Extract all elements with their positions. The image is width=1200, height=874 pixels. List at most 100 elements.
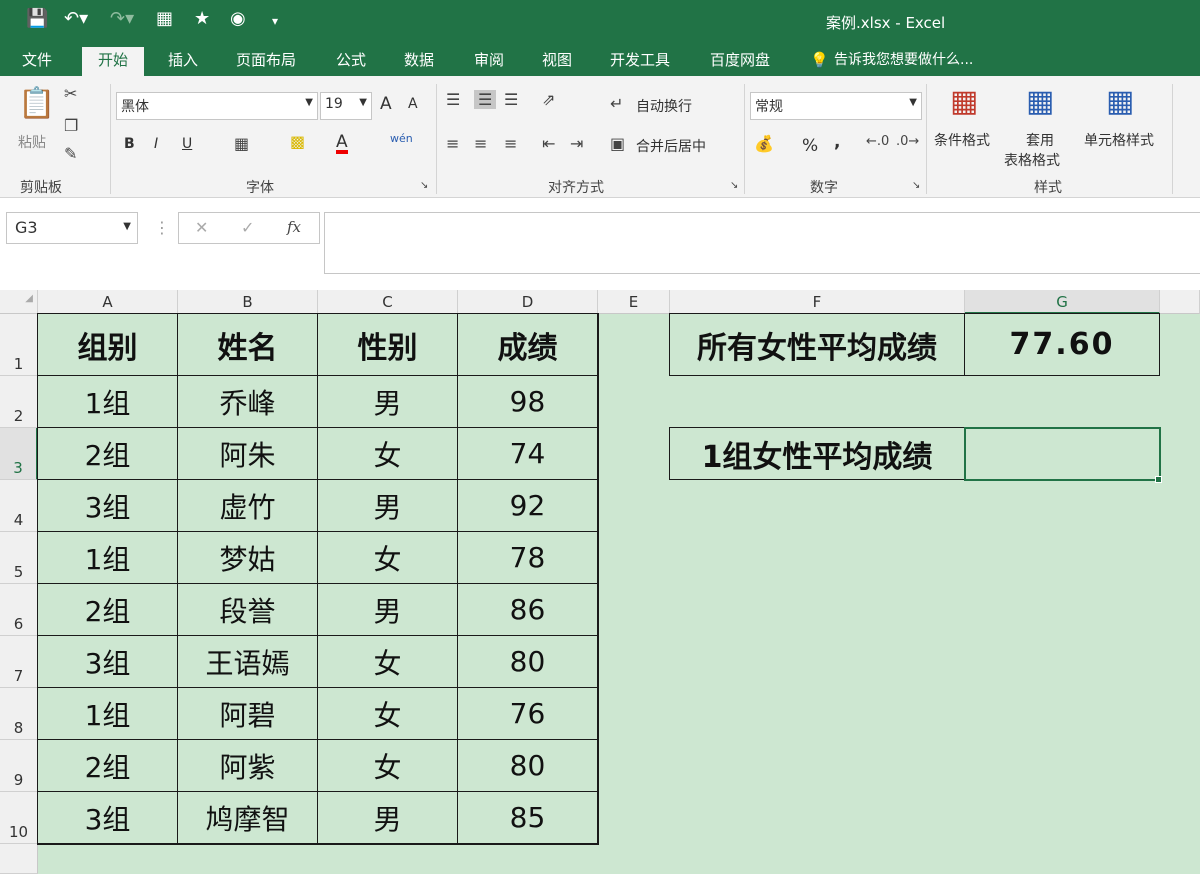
row-header-6[interactable]: 6 [0,584,38,636]
column-header-f[interactable]: F [670,290,965,314]
currency-icon[interactable]: 💰 [754,134,774,153]
cell-group[interactable]: 1组 [38,532,178,584]
cell-score[interactable]: 78 [458,532,598,584]
cell-score[interactable]: 98 [458,376,598,428]
border-icon[interactable]: ▦ [234,134,249,153]
folder-star-icon[interactable]: ★ [194,8,210,29]
paste-button[interactable]: 粘贴 [18,132,46,152]
cell-group[interactable]: 3组 [38,636,178,688]
align-left-icon[interactable]: ≡ [446,134,459,153]
row-header-8[interactable]: 8 [0,688,38,740]
font-color-button[interactable]: A [336,134,348,154]
fill-handle[interactable] [1155,476,1162,483]
name-box[interactable]: G3 ▼ [6,212,138,244]
cell-gender[interactable]: 女 [318,740,458,792]
font-size-select[interactable]: 19 ▼ [320,92,372,120]
row-header-7[interactable]: 7 [0,636,38,688]
shrink-font-button[interactable]: A [408,96,418,112]
column-header-b[interactable]: B [178,290,318,314]
align-right-icon[interactable]: ≡ [504,134,517,153]
cell-group[interactable]: 3组 [38,792,178,844]
row-header-3[interactable]: 3 [0,428,38,480]
cell-gender[interactable]: 男 [318,376,458,428]
font-name-select[interactable]: 黑体 ▼ [116,92,318,120]
tab-insert[interactable]: 插入 [168,50,198,76]
cell-style-button[interactable]: 单元格样式 [1084,130,1154,150]
cell-group[interactable]: 1组 [38,688,178,740]
tab-developer[interactable]: 开发工具 [610,50,670,76]
header-cell-name[interactable]: 姓名 [178,314,318,376]
wrap-text-button[interactable]: 自动换行 [636,96,692,116]
cell-score[interactable]: 76 [458,688,598,740]
comma-button[interactable]: , [834,132,840,152]
increase-indent-icon[interactable]: ⇥ [570,134,583,153]
dialog-launcher-icon[interactable]: ↘ [912,180,920,191]
header-cell-score[interactable]: 成绩 [458,314,598,376]
underline-button[interactable]: U [182,136,192,152]
column-header-e[interactable]: E [598,290,670,314]
cell-group[interactable]: 2组 [38,428,178,480]
decrease-decimal-icon[interactable]: .0→ [896,134,919,149]
tell-me-input[interactable]: 告诉我您想要做什么... [834,50,973,76]
align-middle-icon[interactable]: ☰ [474,90,497,109]
paste-icon[interactable]: 📋 [18,86,55,121]
column-header-g[interactable]: G [965,290,1160,314]
cell-name[interactable]: 梦姑 [178,532,318,584]
cell-gender[interactable]: 女 [318,636,458,688]
column-header-c[interactable]: C [318,290,458,314]
cut-icon[interactable]: ✂ [64,84,77,103]
worksheet[interactable]: ◢ A B C D E F G 1 2 3 4 5 6 7 8 9 10 组别 … [0,290,1200,874]
cell-score[interactable]: 86 [458,584,598,636]
merge-center-icon[interactable]: ▣ [610,134,625,153]
cell-group[interactable]: 2组 [38,740,178,792]
cell-name[interactable]: 虚竹 [178,480,318,532]
camera-icon[interactable]: ◉ [230,8,246,29]
decrease-indent-icon[interactable]: ⇤ [542,134,555,153]
table-format-icon[interactable]: ▦ [1026,84,1054,119]
cell-score[interactable]: 80 [458,740,598,792]
phonetic-button[interactable]: wén [390,132,413,145]
cell-gender[interactable]: 女 [318,428,458,480]
tab-formulas[interactable]: 公式 [336,50,366,76]
copy-icon[interactable]: ❐ [64,116,78,135]
summary-label-group1-female[interactable]: 1组女性平均成绩 [670,428,965,480]
summary-value-all-female[interactable]: 77.60 [965,314,1160,376]
tab-baidu-netdisk[interactable]: 百度网盘 [710,50,770,76]
align-top-icon[interactable]: ☰ [446,90,460,109]
formula-input[interactable] [324,212,1200,274]
column-header-h[interactable] [1160,290,1200,314]
cell-name[interactable]: 乔峰 [178,376,318,428]
cell-name[interactable]: 阿紫 [178,740,318,792]
cancel-icon[interactable]: ✕ [195,218,208,237]
row-header-10[interactable]: 10 [0,792,38,844]
row-header-1[interactable]: 1 [0,314,38,376]
tab-page-layout[interactable]: 页面布局 [236,50,296,76]
format-painter-icon[interactable]: ✎ [64,144,77,163]
cell-gender[interactable]: 女 [318,532,458,584]
insert-function-button[interactable]: fx [287,218,301,236]
tab-view[interactable]: 视图 [542,50,572,76]
cell-group[interactable]: 3组 [38,480,178,532]
cell-gender[interactable]: 男 [318,480,458,532]
fill-color-icon[interactable]: ▩ [290,132,305,151]
cell-name[interactable]: 段誉 [178,584,318,636]
column-header-a[interactable]: A [38,290,178,314]
select-all-button[interactable]: ◢ [0,290,38,314]
increase-decimal-icon[interactable]: ←.0 [866,134,889,149]
cell-group[interactable]: 1组 [38,376,178,428]
redo-icon[interactable]: ↷▾ [110,8,134,29]
cell-group[interactable]: 2组 [38,584,178,636]
orientation-icon[interactable]: ⇗ [542,90,555,109]
header-cell-gender[interactable]: 性别 [318,314,458,376]
row-header-4[interactable]: 4 [0,480,38,532]
tab-file[interactable]: 文件 [22,50,52,76]
grow-font-button[interactable]: A [380,94,392,114]
cell-score[interactable]: 80 [458,636,598,688]
undo-icon[interactable]: ↶▾ [64,8,88,29]
cell-name[interactable]: 阿碧 [178,688,318,740]
row-header-2[interactable]: 2 [0,376,38,428]
percent-button[interactable]: % [802,136,818,156]
cell-style-icon[interactable]: ▦ [1106,84,1134,119]
save-icon[interactable]: 💾 [26,8,48,29]
bold-button[interactable]: B [124,136,135,152]
